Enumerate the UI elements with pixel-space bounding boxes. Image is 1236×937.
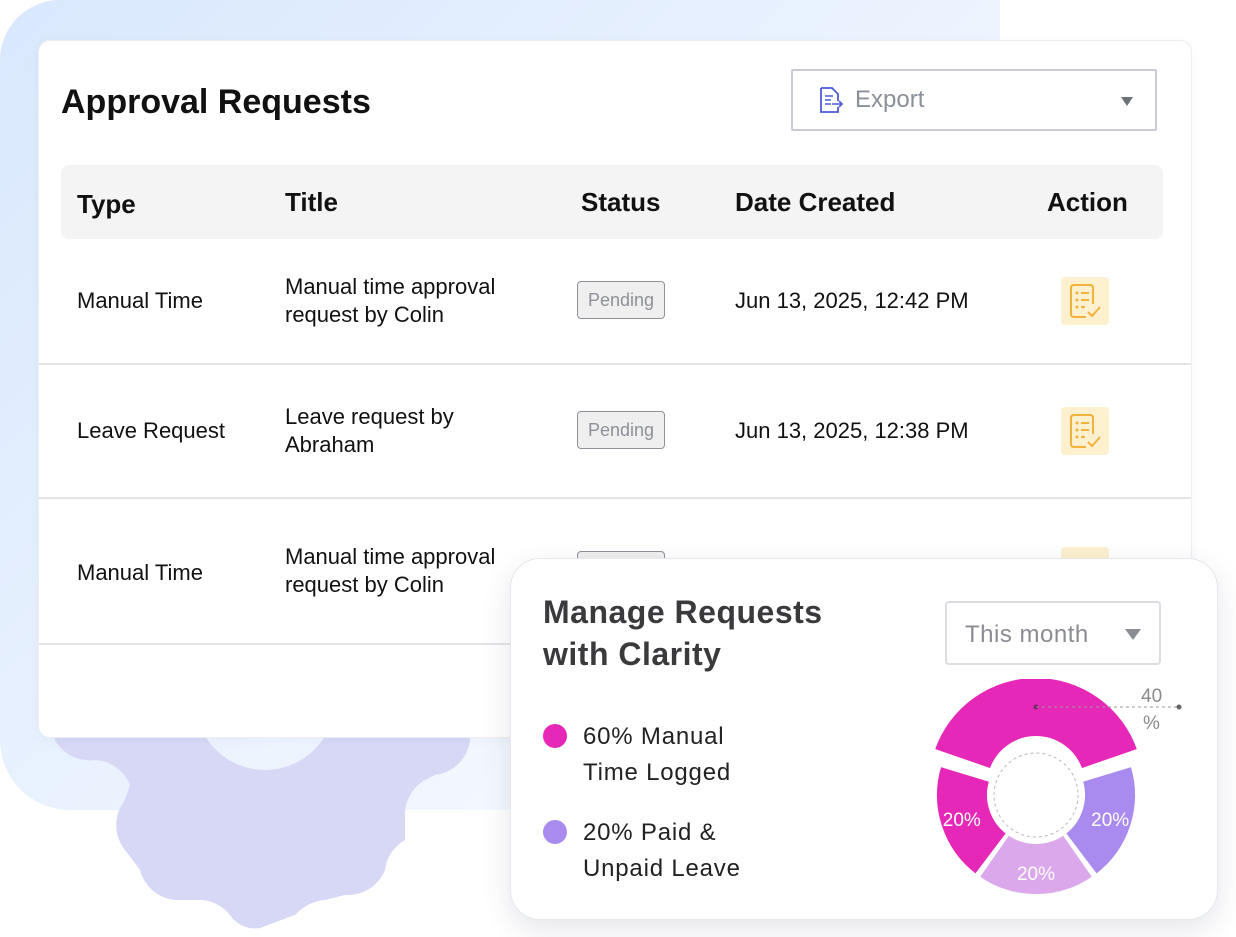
export-label: Export: [855, 86, 925, 113]
slice-label: 40: [1141, 686, 1162, 707]
period-label: This month: [965, 621, 1089, 648]
checklist-icon: [1070, 284, 1101, 318]
promo-title-line1: Manage Requests: [543, 594, 823, 630]
legend-text: 60% Manual Time Logged: [583, 719, 803, 791]
chevron-down-icon: [1125, 629, 1141, 640]
column-header-action: Action: [1047, 187, 1128, 217]
cell-date: Jun 13, 2025, 12:38 PM: [735, 418, 969, 443]
cell-title-line2: Abraham: [285, 432, 375, 457]
legend-item-manual-time: 60% Manual Time Logged: [543, 719, 803, 791]
slice-label: 20%: [943, 810, 981, 831]
slice-label-unit: %: [1143, 713, 1160, 734]
cell-title-line1: Manual time approval: [285, 544, 496, 569]
legend-line1: 60% Manual: [583, 723, 725, 750]
review-action-button[interactable]: [1061, 277, 1109, 325]
export-document-icon: [817, 86, 844, 114]
column-header-type: Type: [77, 189, 136, 219]
checklist-icon: [1070, 414, 1101, 448]
donut-inner-ring: [993, 752, 1079, 838]
legend-item-leave: 20% Paid & Unpaid Leave: [543, 815, 803, 887]
legend-text: 20% Paid & Unpaid Leave: [583, 815, 803, 887]
promo-title: Manage Requests with Clarity: [543, 591, 903, 675]
table-row: Leave Request Leave request by Abraham P…: [39, 365, 1191, 499]
status-badge: Pending: [577, 411, 665, 449]
table-header: Type Title Status Date Created Action: [61, 165, 1163, 239]
column-header-date: Date Created: [735, 187, 896, 217]
cell-title-line1: Leave request by: [285, 404, 454, 429]
page-title: Approval Requests: [61, 83, 371, 121]
cell-title-line1: Manual time approval: [285, 274, 496, 299]
donut-slice: [932, 679, 1140, 771]
legend-dot: [543, 724, 567, 748]
cell-date: Jun 13, 2025, 12:42 PM: [735, 288, 969, 313]
cell-title-line2: request by Colin: [285, 302, 444, 327]
cell-type: Leave Request: [77, 418, 225, 443]
slice-leader-end: [1176, 704, 1182, 710]
column-header-title: Title: [285, 187, 338, 217]
slice-label: 20%: [1091, 810, 1129, 831]
status-badge: Pending: [577, 281, 665, 319]
period-dropdown[interactable]: This month: [945, 601, 1161, 665]
cell-title-line2: request by Colin: [285, 572, 444, 597]
legend-line1: 20% Paid &: [583, 819, 717, 846]
legend-line2: Time Logged: [583, 759, 731, 786]
table-row: Manual Time Manual time approval request…: [39, 239, 1191, 365]
slice-label: 20%: [1017, 864, 1055, 885]
review-action-button[interactable]: [1061, 407, 1109, 455]
legend-line2: Unpaid Leave: [583, 855, 741, 882]
export-dropdown[interactable]: Export: [791, 69, 1157, 131]
cell-type: Manual Time: [77, 288, 203, 313]
column-header-status: Status: [581, 187, 661, 217]
manage-requests-card: Manage Requests with Clarity This month …: [510, 558, 1218, 920]
chevron-down-icon: [1121, 97, 1133, 106]
cell-type: Manual Time: [77, 560, 203, 585]
promo-title-line2: with Clarity: [543, 636, 722, 672]
requests-donut-chart: 40% 20% 20% 20%: [932, 679, 1182, 896]
legend-dot: [543, 820, 567, 844]
